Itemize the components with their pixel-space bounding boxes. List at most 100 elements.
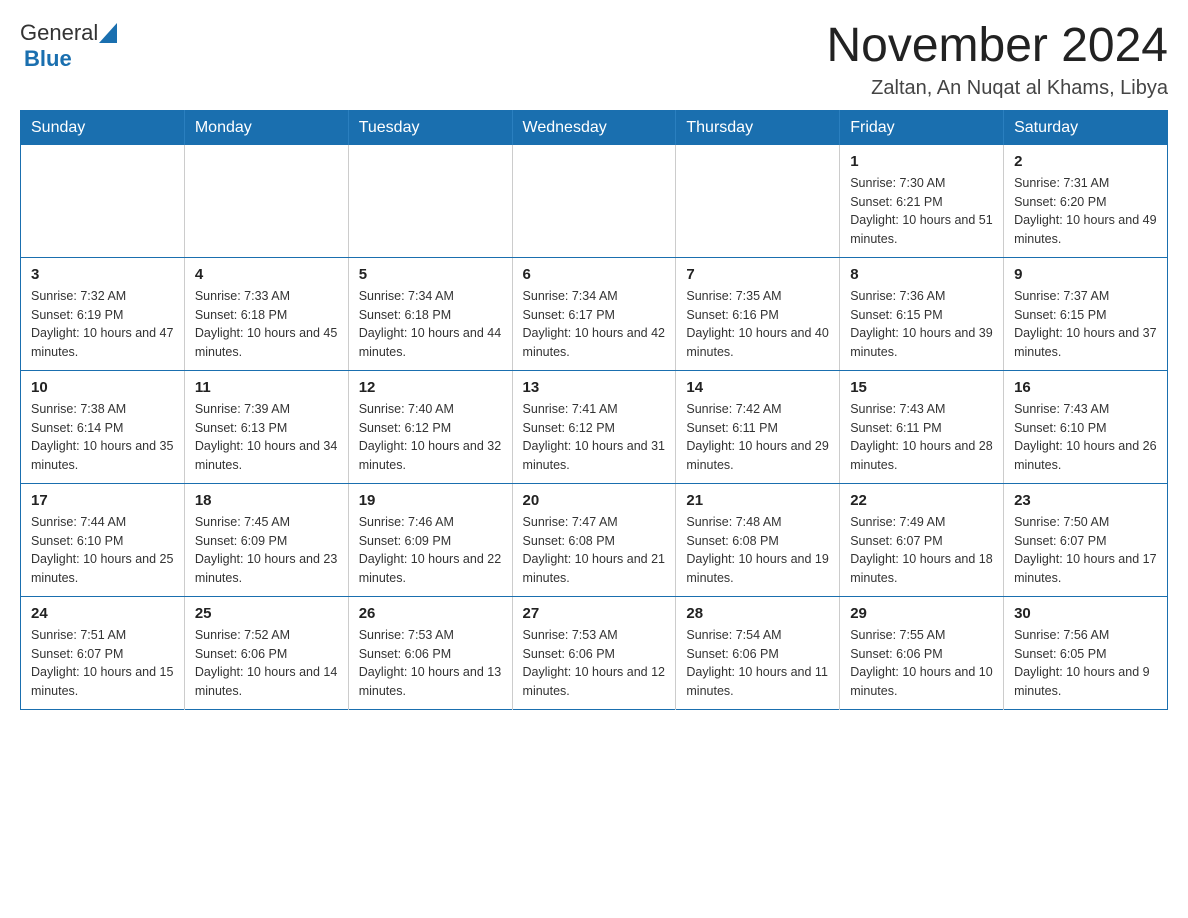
day-number: 11 (195, 379, 338, 396)
day-info: Sunrise: 7:32 AMSunset: 6:19 PMDaylight:… (31, 287, 174, 362)
day-info: Sunrise: 7:55 AMSunset: 6:06 PMDaylight:… (850, 626, 993, 701)
day-number: 2 (1014, 153, 1157, 170)
day-header-thursday: Thursday (676, 110, 840, 145)
day-number: 19 (359, 492, 502, 509)
calendar-cell: 29 Sunrise: 7:55 AMSunset: 6:06 PMDayligh… (840, 596, 1004, 709)
day-number: 21 (686, 492, 829, 509)
calendar-week-row: 10 Sunrise: 7:38 AMSunset: 6:14 PMDayligh… (21, 370, 1168, 483)
day-header-saturday: Saturday (1004, 110, 1168, 145)
day-header-sunday: Sunday (21, 110, 185, 145)
day-info: Sunrise: 7:43 AMSunset: 6:10 PMDaylight:… (1014, 400, 1157, 475)
day-info: Sunrise: 7:30 AMSunset: 6:21 PMDaylight:… (850, 174, 993, 249)
day-info: Sunrise: 7:34 AMSunset: 6:18 PMDaylight:… (359, 287, 502, 362)
day-header-tuesday: Tuesday (348, 110, 512, 145)
day-number: 8 (850, 266, 993, 283)
day-info: Sunrise: 7:33 AMSunset: 6:18 PMDaylight:… (195, 287, 338, 362)
calendar-cell (676, 145, 840, 258)
calendar-cell (21, 145, 185, 258)
calendar-cell: 2 Sunrise: 7:31 AMSunset: 6:20 PMDaylight… (1004, 145, 1168, 258)
day-number: 22 (850, 492, 993, 509)
day-info: Sunrise: 7:44 AMSunset: 6:10 PMDaylight:… (31, 513, 174, 588)
day-number: 3 (31, 266, 174, 283)
calendar-cell: 19 Sunrise: 7:46 AMSunset: 6:09 PMDayligh… (348, 483, 512, 596)
calendar-week-row: 17 Sunrise: 7:44 AMSunset: 6:10 PMDayligh… (21, 483, 1168, 596)
calendar-cell (348, 145, 512, 258)
calendar-cell: 4Sunrise: 7:33 AMSunset: 6:18 PMDaylight… (184, 257, 348, 370)
day-info: Sunrise: 7:52 AMSunset: 6:06 PMDaylight:… (195, 626, 338, 701)
calendar-cell: 8 Sunrise: 7:36 AMSunset: 6:15 PMDaylight… (840, 257, 1004, 370)
calendar-cell: 7 Sunrise: 7:35 AMSunset: 6:16 PMDaylight… (676, 257, 840, 370)
day-number: 17 (31, 492, 174, 509)
logo: General Blue (20, 20, 118, 72)
day-info: Sunrise: 7:53 AMSunset: 6:06 PMDaylight:… (523, 626, 666, 701)
calendar-cell: 20Sunrise: 7:47 AMSunset: 6:08 PMDayligh… (512, 483, 676, 596)
day-number: 7 (686, 266, 829, 283)
calendar-cell: 18 Sunrise: 7:45 AMSunset: 6:09 PMDayligh… (184, 483, 348, 596)
day-info: Sunrise: 7:34 AMSunset: 6:17 PMDaylight:… (523, 287, 666, 362)
day-info: Sunrise: 7:37 AMSunset: 6:15 PMDaylight:… (1014, 287, 1157, 362)
page-header: General Blue November 2024 Zaltan, An Nu… (20, 20, 1168, 100)
logo-general-text: General (20, 20, 98, 46)
day-info: Sunrise: 7:43 AMSunset: 6:11 PMDaylight:… (850, 400, 993, 475)
calendar-cell: 6 Sunrise: 7:34 AMSunset: 6:17 PMDaylight… (512, 257, 676, 370)
logo-triangle-icon (99, 23, 117, 43)
day-info: Sunrise: 7:42 AMSunset: 6:11 PMDaylight:… (686, 400, 829, 475)
day-number: 28 (686, 605, 829, 622)
day-number: 24 (31, 605, 174, 622)
logo-blue-text: Blue (24, 46, 72, 71)
calendar-cell: 25Sunrise: 7:52 AMSunset: 6:06 PMDayligh… (184, 596, 348, 709)
day-info: Sunrise: 7:49 AMSunset: 6:07 PMDaylight:… (850, 513, 993, 588)
calendar-week-row: 24Sunrise: 7:51 AMSunset: 6:07 PMDayligh… (21, 596, 1168, 709)
day-info: Sunrise: 7:46 AMSunset: 6:09 PMDaylight:… (359, 513, 502, 588)
day-info: Sunrise: 7:38 AMSunset: 6:14 PMDaylight:… (31, 400, 174, 475)
calendar-cell: 14Sunrise: 7:42 AMSunset: 6:11 PMDayligh… (676, 370, 840, 483)
day-number: 18 (195, 492, 338, 509)
location-title: Zaltan, An Nuqat al Khams, Libya (826, 77, 1168, 100)
day-number: 6 (523, 266, 666, 283)
day-info: Sunrise: 7:45 AMSunset: 6:09 PMDaylight:… (195, 513, 338, 588)
calendar-cell: 11 Sunrise: 7:39 AMSunset: 6:13 PMDayligh… (184, 370, 348, 483)
day-number: 10 (31, 379, 174, 396)
day-info: Sunrise: 7:56 AMSunset: 6:05 PMDaylight:… (1014, 626, 1157, 701)
calendar-cell: 9Sunrise: 7:37 AMSunset: 6:15 PMDaylight… (1004, 257, 1168, 370)
month-title: November 2024 (826, 20, 1168, 73)
calendar-header-row: SundayMondayTuesdayWednesdayThursdayFrid… (21, 110, 1168, 145)
calendar-cell: 17 Sunrise: 7:44 AMSunset: 6:10 PMDayligh… (21, 483, 185, 596)
day-info: Sunrise: 7:40 AMSunset: 6:12 PMDaylight:… (359, 400, 502, 475)
day-info: Sunrise: 7:31 AMSunset: 6:20 PMDaylight:… (1014, 174, 1157, 249)
day-info: Sunrise: 7:50 AMSunset: 6:07 PMDaylight:… (1014, 513, 1157, 588)
title-section: November 2024 Zaltan, An Nuqat al Khams,… (826, 20, 1168, 100)
calendar-cell: 27 Sunrise: 7:53 AMSunset: 6:06 PMDayligh… (512, 596, 676, 709)
day-info: Sunrise: 7:35 AMSunset: 6:16 PMDaylight:… (686, 287, 829, 362)
day-number: 16 (1014, 379, 1157, 396)
day-info: Sunrise: 7:47 AMSunset: 6:08 PMDaylight:… (523, 513, 666, 588)
calendar-table: SundayMondayTuesdayWednesdayThursdayFrid… (20, 110, 1168, 710)
calendar-cell: 22 Sunrise: 7:49 AMSunset: 6:07 PMDayligh… (840, 483, 1004, 596)
calendar-cell: 28 Sunrise: 7:54 AMSunset: 6:06 PMDayligh… (676, 596, 840, 709)
calendar-cell (512, 145, 676, 258)
day-number: 26 (359, 605, 502, 622)
day-number: 30 (1014, 605, 1157, 622)
calendar-week-row: 3 Sunrise: 7:32 AMSunset: 6:19 PMDaylight… (21, 257, 1168, 370)
day-number: 27 (523, 605, 666, 622)
day-info: Sunrise: 7:36 AMSunset: 6:15 PMDaylight:… (850, 287, 993, 362)
day-number: 13 (523, 379, 666, 396)
day-info: Sunrise: 7:39 AMSunset: 6:13 PMDaylight:… (195, 400, 338, 475)
calendar-cell: 13 Sunrise: 7:41 AMSunset: 6:12 PMDayligh… (512, 370, 676, 483)
day-info: Sunrise: 7:48 AMSunset: 6:08 PMDaylight:… (686, 513, 829, 588)
calendar-week-row: 1 Sunrise: 7:30 AMSunset: 6:21 PMDaylight… (21, 145, 1168, 258)
day-header-wednesday: Wednesday (512, 110, 676, 145)
day-header-monday: Monday (184, 110, 348, 145)
calendar-cell: 30 Sunrise: 7:56 AMSunset: 6:05 PMDayligh… (1004, 596, 1168, 709)
day-info: Sunrise: 7:54 AMSunset: 6:06 PMDaylight:… (686, 626, 829, 701)
calendar-cell: 1 Sunrise: 7:30 AMSunset: 6:21 PMDaylight… (840, 145, 1004, 258)
calendar-cell: 24Sunrise: 7:51 AMSunset: 6:07 PMDayligh… (21, 596, 185, 709)
day-number: 29 (850, 605, 993, 622)
day-number: 1 (850, 153, 993, 170)
day-number: 15 (850, 379, 993, 396)
day-info: Sunrise: 7:41 AMSunset: 6:12 PMDaylight:… (523, 400, 666, 475)
day-header-friday: Friday (840, 110, 1004, 145)
calendar-cell: 15 Sunrise: 7:43 AMSunset: 6:11 PMDayligh… (840, 370, 1004, 483)
calendar-cell: 26Sunrise: 7:53 AMSunset: 6:06 PMDayligh… (348, 596, 512, 709)
calendar-cell: 23Sunrise: 7:50 AMSunset: 6:07 PMDayligh… (1004, 483, 1168, 596)
